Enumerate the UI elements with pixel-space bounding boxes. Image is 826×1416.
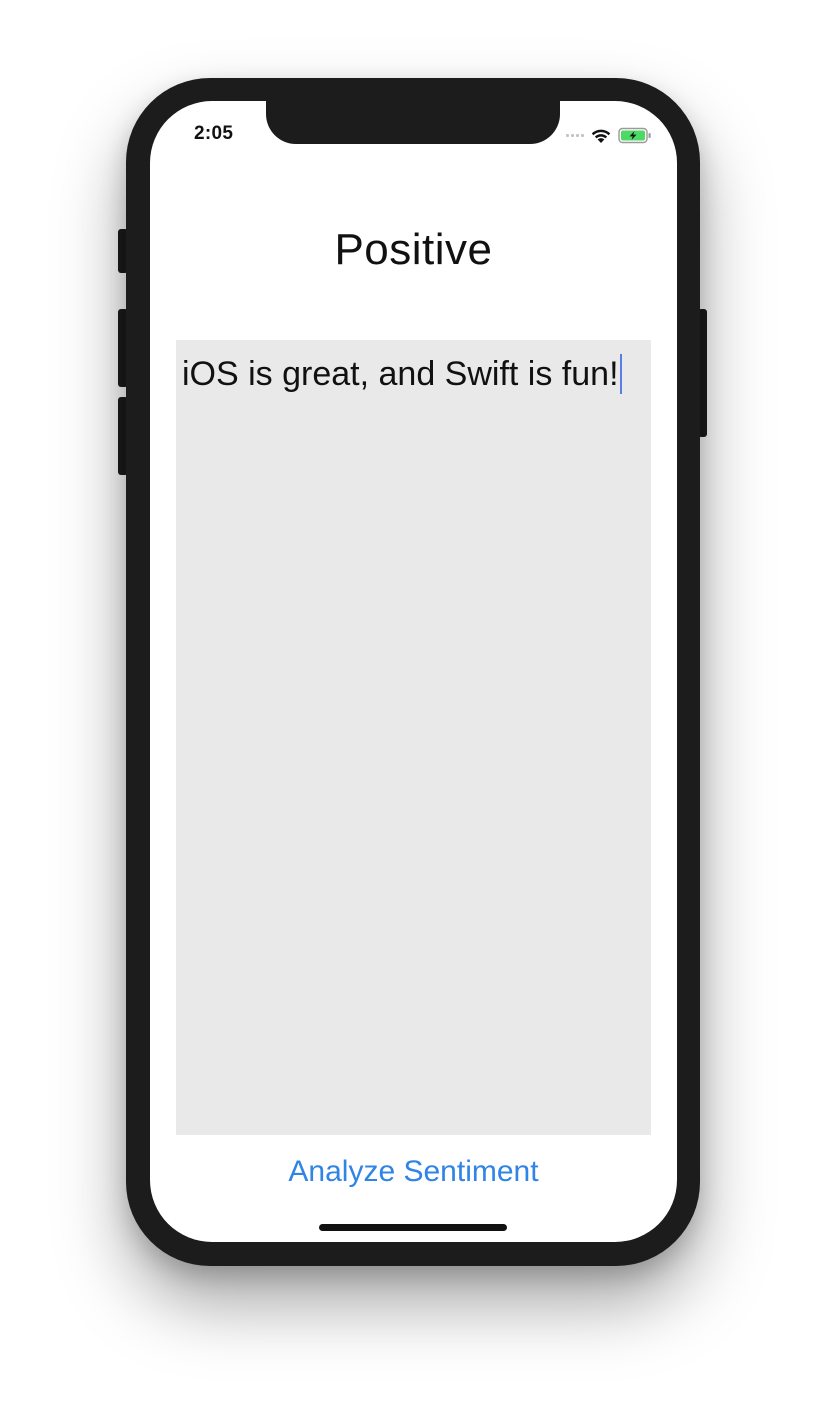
status-time: 2:05 — [194, 123, 234, 144]
sentiment-text-input[interactable]: iOS is great, and Swift is fun! — [176, 340, 651, 1135]
wifi-icon — [591, 129, 611, 143]
status-icons — [566, 125, 652, 145]
phone-screen: 2:05 Positive iOS is great, and Swift is… — [150, 101, 677, 1242]
analyze-sentiment-button[interactable]: Analyze Sentiment — [150, 1155, 677, 1189]
home-indicator[interactable] — [319, 1224, 507, 1231]
sentiment-result-label: Positive — [334, 225, 493, 274]
battery-charging-icon — [618, 127, 651, 143]
cellular-signal-icon — [566, 133, 584, 137]
device-frame-stage: 2:05 Positive iOS is great, and Swift is… — [0, 0, 826, 1416]
notch — [266, 101, 560, 144]
text-caret — [619, 354, 622, 394]
input-text: iOS is great, and Swift is fun! — [182, 355, 619, 393]
